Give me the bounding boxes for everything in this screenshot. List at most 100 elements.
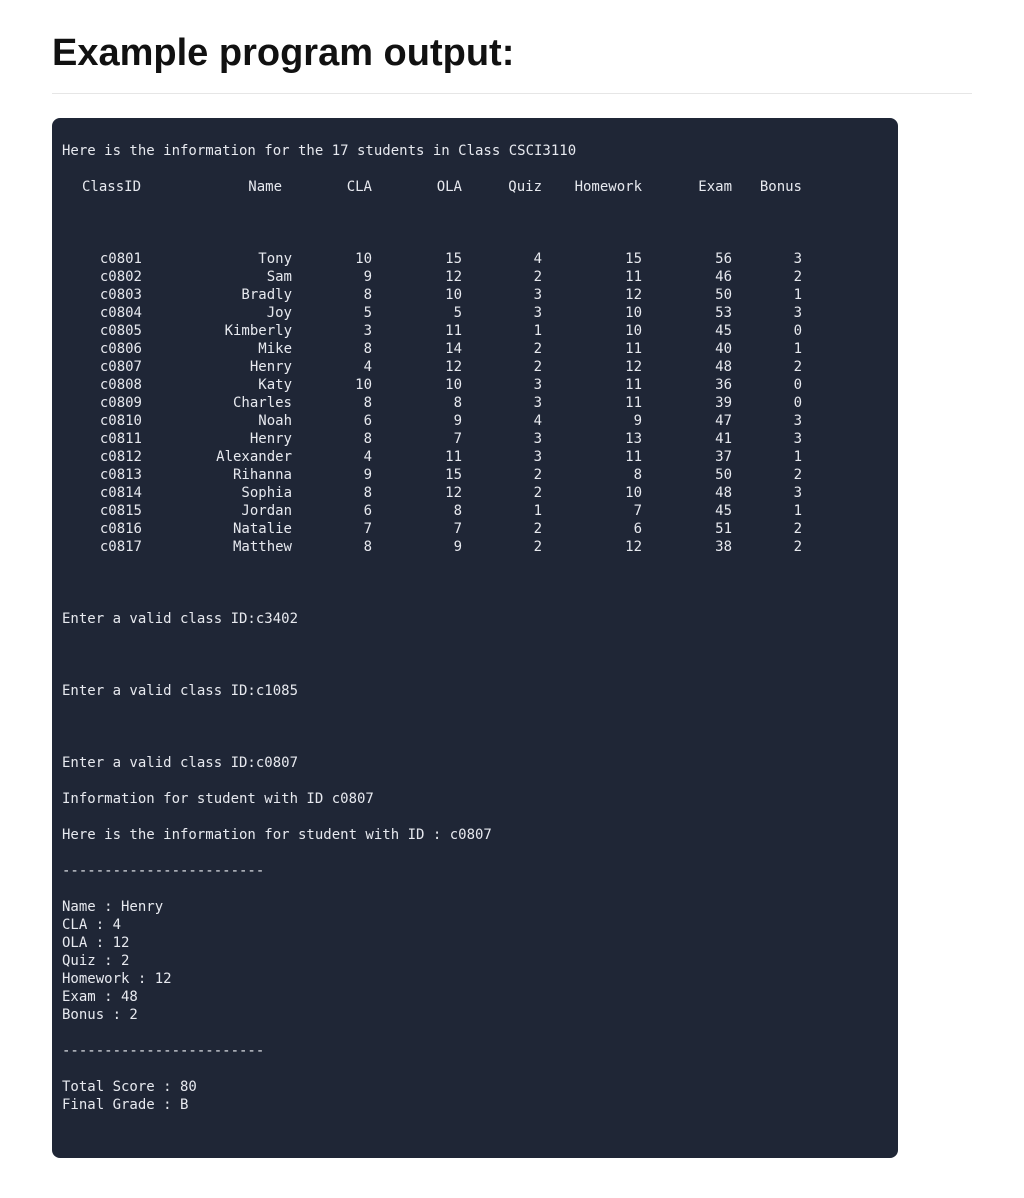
cell-exam: 41 (642, 430, 732, 448)
page-title: Example program output: (52, 32, 972, 75)
cell-cla: 9 (292, 268, 372, 286)
cell-name: Joy (152, 304, 292, 322)
cell-exam: 45 (642, 502, 732, 520)
cell-cla: 8 (292, 538, 372, 556)
cell-ola: 5 (372, 304, 462, 322)
cell-name: Charles (152, 394, 292, 412)
cell-hw: 11 (542, 376, 642, 394)
cell-name: Mike (152, 340, 292, 358)
cell-name: Kimberly (152, 322, 292, 340)
cell-hw: 10 (542, 322, 642, 340)
cell-quiz: 2 (462, 466, 542, 484)
cell-bonus: 2 (732, 268, 802, 286)
cell-name: Henry (152, 358, 292, 376)
separator-line: ------------------------ (62, 862, 888, 880)
cell-ola: 15 (372, 466, 462, 484)
cell-quiz: 3 (462, 430, 542, 448)
cell-id: c0806 (62, 340, 152, 358)
cell-quiz: 2 (462, 538, 542, 556)
prompt-line: Enter a valid class ID:c1085 (62, 682, 888, 700)
cell-quiz: 2 (462, 520, 542, 538)
cell-hw: 7 (542, 502, 642, 520)
cell-quiz: 4 (462, 250, 542, 268)
detail-line: Homework : 12 (62, 970, 888, 988)
cell-cla: 8 (292, 340, 372, 358)
cell-exam: 47 (642, 412, 732, 430)
cell-cla: 3 (292, 322, 372, 340)
cell-hw: 13 (542, 430, 642, 448)
cell-hw: 12 (542, 286, 642, 304)
cell-quiz: 3 (462, 376, 542, 394)
cell-id: c0810 (62, 412, 152, 430)
cell-quiz: 3 (462, 448, 542, 466)
cell-ola: 10 (372, 286, 462, 304)
col-exam: Exam (642, 178, 732, 196)
cell-cla: 6 (292, 412, 372, 430)
total-line: Total Score : 80 (62, 1078, 888, 1096)
col-name: Name (152, 178, 292, 196)
cell-bonus: 3 (732, 250, 802, 268)
col-ola: OLA (372, 178, 462, 196)
detail-header: Information for student with ID c0807 (62, 790, 888, 808)
cell-exam: 36 (642, 376, 732, 394)
cell-ola: 8 (372, 502, 462, 520)
cell-bonus: 1 (732, 286, 802, 304)
cell-bonus: 2 (732, 358, 802, 376)
detail-header: Here is the information for student with… (62, 826, 888, 844)
cell-quiz: 2 (462, 358, 542, 376)
table-row: c0806Mike814211401 (62, 340, 888, 358)
cell-bonus: 0 (732, 322, 802, 340)
cell-bonus: 1 (732, 502, 802, 520)
cell-ola: 10 (372, 376, 462, 394)
table-row: c0817Matthew89212382 (62, 538, 888, 556)
cell-quiz: 1 (462, 322, 542, 340)
col-bonus: Bonus (732, 178, 802, 196)
cell-cla: 9 (292, 466, 372, 484)
cell-name: Alexander (152, 448, 292, 466)
table-row: c0803Bradly810312501 (62, 286, 888, 304)
cell-ola: 9 (372, 412, 462, 430)
table-row: c0811Henry87313413 (62, 430, 888, 448)
cell-name: Noah (152, 412, 292, 430)
cell-quiz: 3 (462, 286, 542, 304)
cell-cla: 8 (292, 286, 372, 304)
table-row: c0805Kimberly311110450 (62, 322, 888, 340)
col-homework: Homework (542, 178, 642, 196)
cell-quiz: 2 (462, 268, 542, 286)
separator-line: ------------------------ (62, 1042, 888, 1060)
prompt-line: Enter a valid class ID:c3402 (62, 610, 888, 628)
cell-id: c0811 (62, 430, 152, 448)
table-row: c0808Katy1010311360 (62, 376, 888, 394)
cell-hw: 11 (542, 340, 642, 358)
detail-line: Exam : 48 (62, 988, 888, 1006)
cell-cla: 8 (292, 430, 372, 448)
cell-cla: 4 (292, 358, 372, 376)
table-row: c0813Rihanna91528502 (62, 466, 888, 484)
cell-hw: 12 (542, 358, 642, 376)
cell-id: c0816 (62, 520, 152, 538)
table-row: c0807Henry412212482 (62, 358, 888, 376)
cell-bonus: 3 (732, 304, 802, 322)
cell-quiz: 4 (462, 412, 542, 430)
cell-ola: 14 (372, 340, 462, 358)
cell-exam: 48 (642, 358, 732, 376)
divider (52, 93, 972, 94)
cell-hw: 11 (542, 394, 642, 412)
table-row: c0816Natalie7726512 (62, 520, 888, 538)
cell-hw: 10 (542, 484, 642, 502)
cell-name: Katy (152, 376, 292, 394)
cell-id: c0807 (62, 358, 152, 376)
cell-bonus: 1 (732, 340, 802, 358)
cell-id: c0814 (62, 484, 152, 502)
cell-bonus: 3 (732, 484, 802, 502)
cell-quiz: 1 (462, 502, 542, 520)
cell-name: Jordan (152, 502, 292, 520)
cell-exam: 46 (642, 268, 732, 286)
cell-exam: 38 (642, 538, 732, 556)
cell-hw: 12 (542, 538, 642, 556)
cell-quiz: 2 (462, 340, 542, 358)
cell-ola: 12 (372, 358, 462, 376)
cell-id: c0815 (62, 502, 152, 520)
cell-id: c0808 (62, 376, 152, 394)
cell-quiz: 2 (462, 484, 542, 502)
